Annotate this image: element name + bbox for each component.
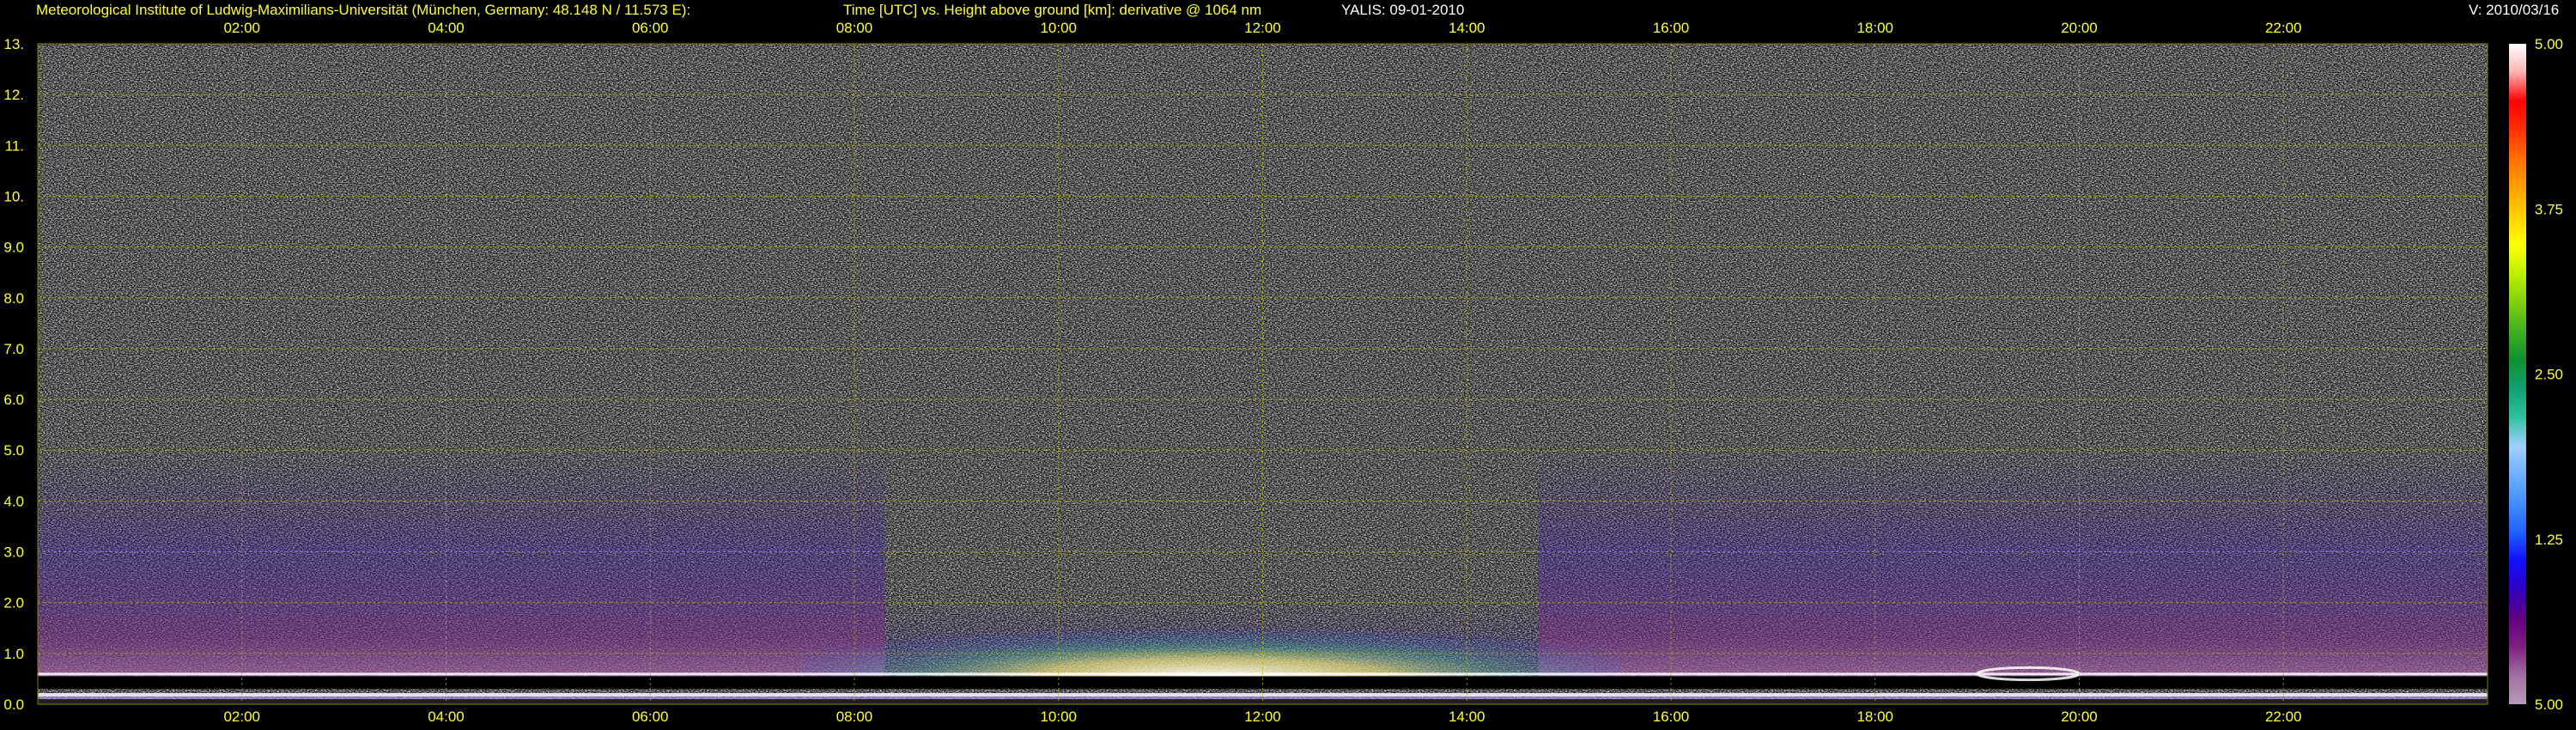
x-tick-label-top: 08:00 — [836, 20, 873, 36]
colorbar-gradient — [2509, 44, 2526, 704]
y-tick-label: 11. — [5, 137, 24, 154]
x-tick-label-bottom: 20:00 — [2061, 709, 2098, 725]
y-axis-labels: 0.0 1.0 2.0 3.0 4.0 5.0 6.0 7.0 8.0 9.0 10. 11. 12. 1… — [3, 36, 24, 713]
y-tick-label: 6.0 — [3, 392, 24, 408]
y-tick-label: 13. — [3, 36, 24, 52]
colorbar-labels: 5.00 3.75 2.50 1.25 5.00 — [2535, 36, 2563, 713]
y-tick-label: 7.0 — [3, 341, 24, 357]
y-tick-label: 5.0 — [3, 442, 24, 459]
x-tick-label-bottom: 08:00 — [836, 709, 873, 725]
y-tick-label: 2.0 — [3, 595, 24, 611]
x-tick-label-top: 04:00 — [428, 20, 465, 36]
y-tick-label: 4.0 — [3, 493, 24, 509]
x-tick-label-bottom: 06:00 — [632, 709, 669, 725]
plot-area — [38, 44, 2488, 704]
x-tick-label-top: 18:00 — [1856, 20, 1893, 36]
x-tick-label-top: 06:00 — [632, 20, 669, 36]
colorbar-tick-label: 3.75 — [2535, 201, 2563, 217]
x-tick-label-top: 22:00 — [2265, 20, 2302, 36]
y-tick-label: 10. — [3, 188, 24, 204]
mixing-layer-core — [803, 592, 1620, 677]
y-tick-label: 9.0 — [3, 240, 24, 256]
x-tick-label-bottom: 18:00 — [1856, 709, 1893, 725]
x-tick-label-bottom: 02:00 — [223, 709, 260, 725]
y-tick-label: 12. — [3, 87, 24, 103]
colorbar-tick-label: 2.50 — [2535, 367, 2563, 383]
y-tick-label: 8.0 — [3, 290, 24, 307]
colorbar-tick-label: 1.25 — [2535, 532, 2563, 548]
x-axis-top-labels: 02:00 04:00 06:00 08:00 10:00 12:00 14:00 16:00… — [223, 20, 2301, 36]
x-tick-label-bottom: 10:00 — [1040, 709, 1077, 725]
colorbar-tick-label: 5.00 — [2535, 36, 2563, 52]
x-tick-label-bottom: 14:00 — [1449, 709, 1485, 725]
y-tick-label: 1.0 — [3, 646, 24, 662]
x-axis-bottom-labels: 02:00 04:00 06:00 08:00 10:00 12:00 14:00 16:00… — [223, 709, 2301, 725]
x-tick-label-top: 12:00 — [1244, 20, 1281, 36]
haze-night-late — [1538, 450, 2488, 684]
y-tick-label: 3.0 — [3, 544, 24, 561]
x-tick-label-bottom: 16:00 — [1653, 709, 1690, 725]
haze-night-early — [38, 450, 885, 684]
x-tick-label-bottom: 04:00 — [428, 709, 465, 725]
x-tick-label-top: 14:00 — [1449, 20, 1485, 36]
x-tick-label-bottom: 22:00 — [2265, 709, 2302, 725]
x-tick-label-top: 16:00 — [1653, 20, 1690, 36]
colorbar-tick-label: 5.00 — [2535, 697, 2563, 713]
lidar-chart: 02:00 04:00 06:00 08:00 10:00 12:00 14:00 16:00… — [3, 20, 2563, 725]
x-tick-label-top: 20:00 — [2061, 20, 2098, 36]
x-tick-label-bottom: 12:00 — [1244, 709, 1281, 725]
y-tick-label: 0.0 — [3, 697, 24, 713]
x-tick-label-top: 10:00 — [1040, 20, 1077, 36]
x-tick-label-top: 02:00 — [223, 20, 260, 36]
colorbar: 5.00 3.75 2.50 1.25 5.00 — [2509, 36, 2563, 713]
